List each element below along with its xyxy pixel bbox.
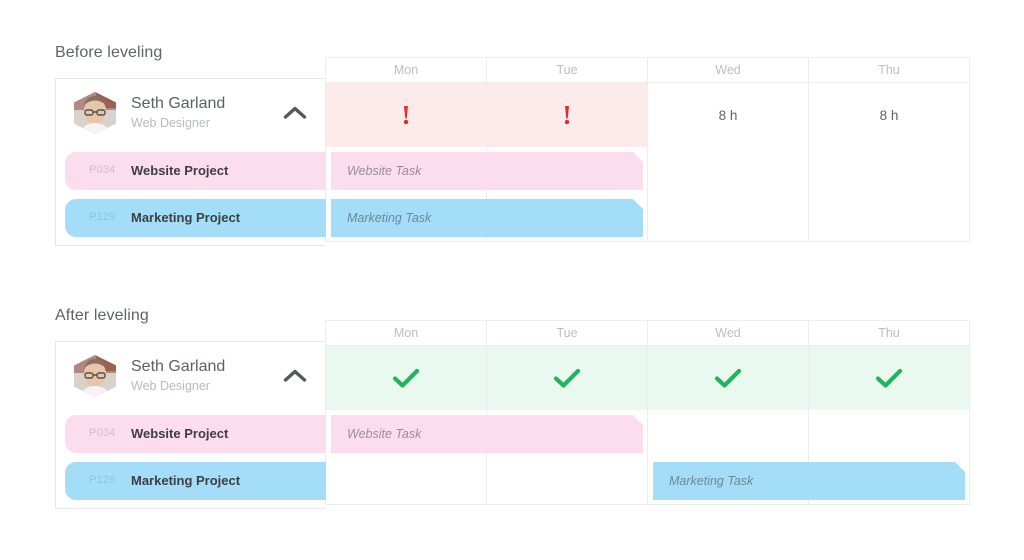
task-row-website: Website Task — [326, 147, 969, 194]
day-header-wed: Wed — [648, 321, 809, 345]
grid-bottom-border — [326, 504, 969, 505]
day-header-mon: Mon — [326, 58, 487, 82]
day-header-tue: Tue — [487, 321, 648, 345]
project-name: Marketing Project — [131, 210, 241, 225]
calendar-grid: Mon Tue Wed Thu ! ! 8 h 8 h Website Task… — [325, 57, 970, 242]
task-row-marketing: Marketing Task — [326, 194, 969, 241]
calendar-header-row: Mon Tue Wed Thu — [326, 321, 969, 346]
day-header-tue: Tue — [487, 58, 648, 82]
workload-cell-tue[interactable] — [487, 346, 648, 410]
workload-cell-wed[interactable]: 8 h — [648, 83, 809, 147]
project-pill-marketing[interactable]: P129 Marketing Project — [65, 199, 326, 237]
task-label: Website Task — [347, 427, 422, 441]
resource-role: Web Designer — [131, 379, 210, 393]
task-label: Website Task — [347, 164, 422, 178]
task-row-website: Website Task — [326, 410, 969, 457]
project-name: Marketing Project — [131, 473, 241, 488]
gridline-cell — [809, 194, 969, 241]
gridline-cell — [809, 410, 969, 457]
task-bar-website[interactable]: Website Task — [331, 152, 643, 190]
gridline-cell — [809, 147, 969, 194]
project-pill-website[interactable]: P034 Website Project — [65, 415, 326, 453]
check-icon — [553, 367, 581, 389]
workload-cell-thu[interactable] — [809, 346, 969, 410]
calendar-header-row: Mon Tue Wed Thu — [326, 58, 969, 83]
day-header-wed: Wed — [648, 58, 809, 82]
gridline-cell — [648, 147, 809, 194]
grid-bottom-border — [326, 241, 969, 242]
workload-summary-row: ! ! 8 h 8 h — [326, 83, 969, 147]
project-name: Website Project — [131, 163, 229, 178]
exclamation-icon: ! — [562, 99, 572, 130]
resource-row[interactable]: Seth Garland Web Designer — [56, 79, 326, 147]
project-code: P034 — [89, 427, 116, 439]
gridline-cell — [326, 457, 487, 504]
day-header-thu: Thu — [878, 326, 900, 340]
avatar — [74, 92, 116, 134]
check-icon — [392, 367, 420, 389]
workload-cell-mon[interactable] — [326, 346, 487, 410]
task-label: Marketing Task — [347, 211, 432, 225]
calendar-grid: Mon Tue Wed Thu Website Task Marketing T… — [325, 320, 970, 505]
workload-summary-row — [326, 346, 969, 410]
project-code: P129 — [89, 474, 116, 486]
check-icon — [875, 367, 903, 389]
workload-cell-mon[interactable]: ! — [326, 83, 487, 147]
resource-name: Seth Garland — [131, 95, 226, 112]
task-row-marketing: Marketing Task — [326, 457, 969, 504]
resource-row[interactable]: Seth Garland Web Designer — [56, 342, 326, 410]
resource-panel: Seth Garland Web Designer P034 Website P… — [55, 78, 326, 246]
check-icon — [714, 367, 742, 389]
resource-role: Web Designer — [131, 116, 210, 130]
avatar — [74, 355, 116, 397]
exclamation-icon: ! — [401, 99, 411, 130]
chevron-up-icon[interactable] — [283, 105, 307, 121]
project-pill-website[interactable]: P034 Website Project — [65, 152, 326, 190]
day-header-mon: Mon — [326, 321, 487, 345]
chevron-up-icon[interactable] — [283, 368, 307, 384]
task-bar-marketing[interactable]: Marketing Task — [653, 462, 965, 500]
section-title: After leveling — [55, 307, 149, 324]
section-title: Before leveling — [55, 44, 163, 61]
resource-panel: Seth Garland Web Designer P034 Website P… — [55, 341, 326, 509]
day-header-thu: Thu — [878, 63, 900, 77]
gridline-cell — [648, 410, 809, 457]
workload-cell-wed[interactable] — [648, 346, 809, 410]
gridline-cell — [648, 194, 809, 241]
project-pill-marketing[interactable]: P129 Marketing Project — [65, 462, 326, 500]
gridline-cell — [487, 457, 648, 504]
workload-cell-thu[interactable]: 8 h — [809, 83, 969, 147]
task-bar-marketing[interactable]: Marketing Task — [331, 199, 643, 237]
project-code: P034 — [89, 164, 116, 176]
workload-cell-tue[interactable]: ! — [487, 83, 648, 147]
project-code: P129 — [89, 211, 116, 223]
project-name: Website Project — [131, 426, 229, 441]
task-label: Marketing Task — [669, 474, 754, 488]
task-bar-website[interactable]: Website Task — [331, 415, 643, 453]
resource-name: Seth Garland — [131, 358, 226, 375]
